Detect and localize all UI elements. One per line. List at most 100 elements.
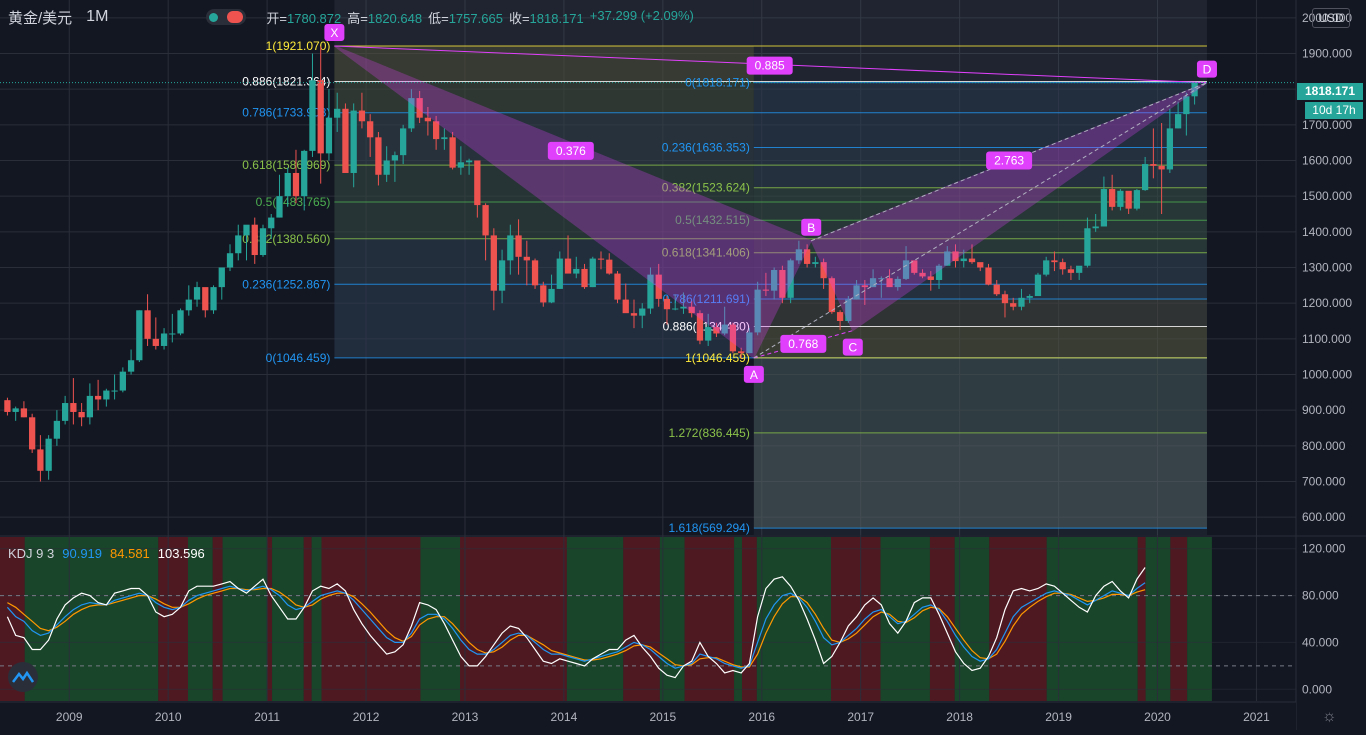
settings-gear-icon[interactable]: ☼ [1322,708,1337,726]
candle-body [1010,303,1017,307]
pattern-point-label: C [848,341,857,355]
time-tick-label: 2016 [748,710,775,724]
kdj-band [222,537,268,701]
chart-canvas[interactable]: 1(1921.070)0.886(1821.364)0.786(1733.903… [0,0,1366,730]
status-pill-icon [227,11,244,23]
time-tick-label: 2017 [847,710,874,724]
candle-body [37,449,44,471]
price-tick-label: 900.000 [1302,403,1346,417]
candle-body [836,312,844,321]
fib-left-label: 0.5(1483.765) [256,195,331,209]
fib-left-label: 0.786(1733.903) [242,106,330,120]
candle-body [342,108,349,173]
candle-body [350,110,357,173]
candle-body [144,310,151,339]
candle-body [94,395,102,400]
candle-body [309,80,316,151]
price-tick-label: 1500.000 [1302,189,1352,203]
candle-body [1117,190,1124,207]
candle-body [490,235,497,291]
candle-body [597,258,605,260]
fib-left-label: 0.236(1252.867) [242,277,330,291]
candle-body [1109,189,1116,207]
chart-header: 黄金/美元 1M 开=1780.872 高=1820.648 低=1757.66… [0,0,694,34]
tradingview-logo-icon[interactable] [8,662,38,692]
candle-body [103,390,110,400]
candle-body [86,395,93,418]
candle-body [1150,164,1157,166]
kdj-band [831,537,881,701]
candle-body [284,172,291,197]
high-value: 1820.648 [367,10,423,26]
candle-body [606,259,613,274]
time-tick-label: 2015 [649,710,676,724]
fib-right-label: 1.272(836.445) [668,426,749,440]
fib-left-label: 0(1046.459) [266,351,331,365]
candle-body [498,260,506,291]
candle-body [564,258,572,274]
candle-body [1084,228,1091,266]
timeframe-label[interactable]: 1M [86,8,108,26]
time-axis-panel[interactable] [0,702,1296,730]
time-tick-label: 2021 [1243,710,1270,724]
last-price-badge: 1818.171 [1297,83,1363,100]
price-tick-label: 1200.000 [1302,296,1352,310]
candle-body [622,299,629,314]
fib-right-label: 0.236(1636.353) [662,141,750,155]
kdj-band [158,537,188,701]
price-tick-label: 1100.000 [1302,332,1351,346]
candle-body [185,299,192,311]
candle-body [226,253,234,268]
candle-body [581,268,588,288]
candle-body [78,411,85,418]
candle-body [705,327,712,341]
currency-button[interactable]: USD [1312,8,1350,28]
candle-body [424,117,432,122]
time-tick-label: 2010 [155,710,182,724]
candle-body [540,285,547,303]
candle-body [210,287,217,311]
market-status-toggle[interactable] [206,9,247,25]
candle-body [1051,260,1058,263]
kdj-band [756,537,832,701]
low-value: 1757.665 [448,10,503,26]
time-tick-label: 2012 [353,710,380,724]
price-tick-label: 700.000 [1302,475,1346,489]
time-tick-label: 2009 [56,710,83,724]
candle-body [1092,226,1099,229]
kdj-band [623,537,660,701]
kdj-name[interactable]: KDJ 9 3 [8,546,54,561]
kdj-band [187,537,213,701]
kdj-band [212,537,223,701]
time-tick-label: 2019 [1045,710,1072,724]
kdj-j-value: 103.596 [157,546,205,561]
candle-body [358,110,366,122]
candle-body [639,308,646,316]
chart-root[interactable]: 1(1921.070) 0.886(1821.364) 0.786(1733.903… [0,0,1366,730]
fib-right-overlay-top [753,0,1207,83]
candle-body [127,360,135,372]
candle-body [218,267,225,288]
kdj-tick-label: 40.000 [1302,635,1339,649]
candle-body [589,258,596,288]
candle-body [1158,165,1165,170]
candle-body [243,224,250,236]
candle-body [465,160,473,163]
time-tick-label: 2020 [1144,710,1171,724]
kdj-legend: KDJ 9 3 90.919 84.581 103.596 [8,546,205,561]
candle-body [1174,114,1182,129]
symbol-title[interactable]: 黄金/美元 [8,7,72,28]
low-label: 低 [428,10,442,26]
candle-body [375,137,382,175]
candle-body [160,333,168,346]
kdj-band [303,537,312,701]
candle-body [812,262,819,264]
candle-body [1133,190,1141,209]
open-value: 1780.872 [287,10,342,26]
candle-body [738,351,745,354]
candle-body [507,235,514,261]
candle-body [663,298,671,310]
price-tick-label: 1300.000 [1302,261,1352,275]
candle-body [193,287,201,300]
ohlc-readout: 开=1780.872 高=1820.648 低=1757.665 收=1818.… [266,7,694,26]
